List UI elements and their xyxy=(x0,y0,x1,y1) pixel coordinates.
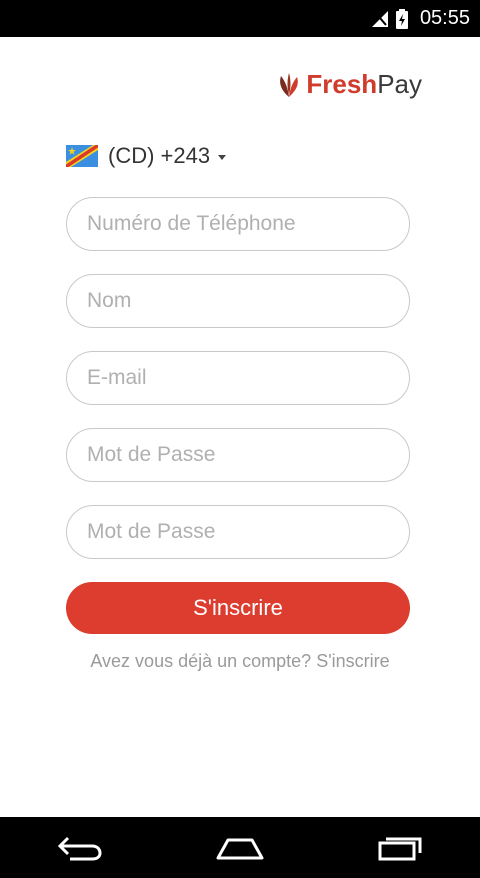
signup-link[interactable]: S'inscrire xyxy=(316,651,389,671)
email-input[interactable] xyxy=(66,351,410,405)
recents-button[interactable] xyxy=(370,828,430,868)
dropdown-caret-icon xyxy=(218,154,227,160)
status-bar: 05:55 xyxy=(0,0,480,37)
battery-icon xyxy=(395,8,408,29)
password-confirm-input[interactable] xyxy=(66,505,410,559)
freshpay-logo: Fresh Pay xyxy=(274,69,422,100)
country-code-selector[interactable]: (CD) +243 xyxy=(66,143,227,169)
signal-icon xyxy=(371,9,388,27)
signup-screen: Fresh Pay (CD) +243 S'inscrire Avez vous… xyxy=(0,37,480,817)
status-time: 05:55 xyxy=(419,7,470,29)
status-icons: 05:55 xyxy=(370,7,470,30)
phone-screen: 05:55 Fresh Pay (CD) +243 Numéro de Télé… xyxy=(0,0,480,878)
signup-button[interactable]: S'inscrire xyxy=(66,582,410,634)
home-button[interactable] xyxy=(210,828,270,868)
back-icon xyxy=(57,836,102,860)
country-code-label: (CD) +243 xyxy=(108,143,211,168)
navigation-bar xyxy=(0,817,480,878)
login-question: Avez vous déjà un compte? xyxy=(90,651,312,671)
drc-flag-icon xyxy=(66,145,98,167)
leaf-logo-icon xyxy=(280,72,299,97)
logo-text-fresh: Fresh xyxy=(306,69,378,99)
recents-icon xyxy=(378,837,422,860)
login-prompt: Avez vous déjà un compte? S'inscrire xyxy=(0,651,480,672)
name-input[interactable] xyxy=(66,274,410,328)
logo-text-pay: Pay xyxy=(377,69,422,99)
home-icon xyxy=(216,838,264,859)
password-input[interactable] xyxy=(66,428,410,482)
back-button[interactable] xyxy=(50,828,110,868)
phone-input[interactable] xyxy=(66,197,410,251)
